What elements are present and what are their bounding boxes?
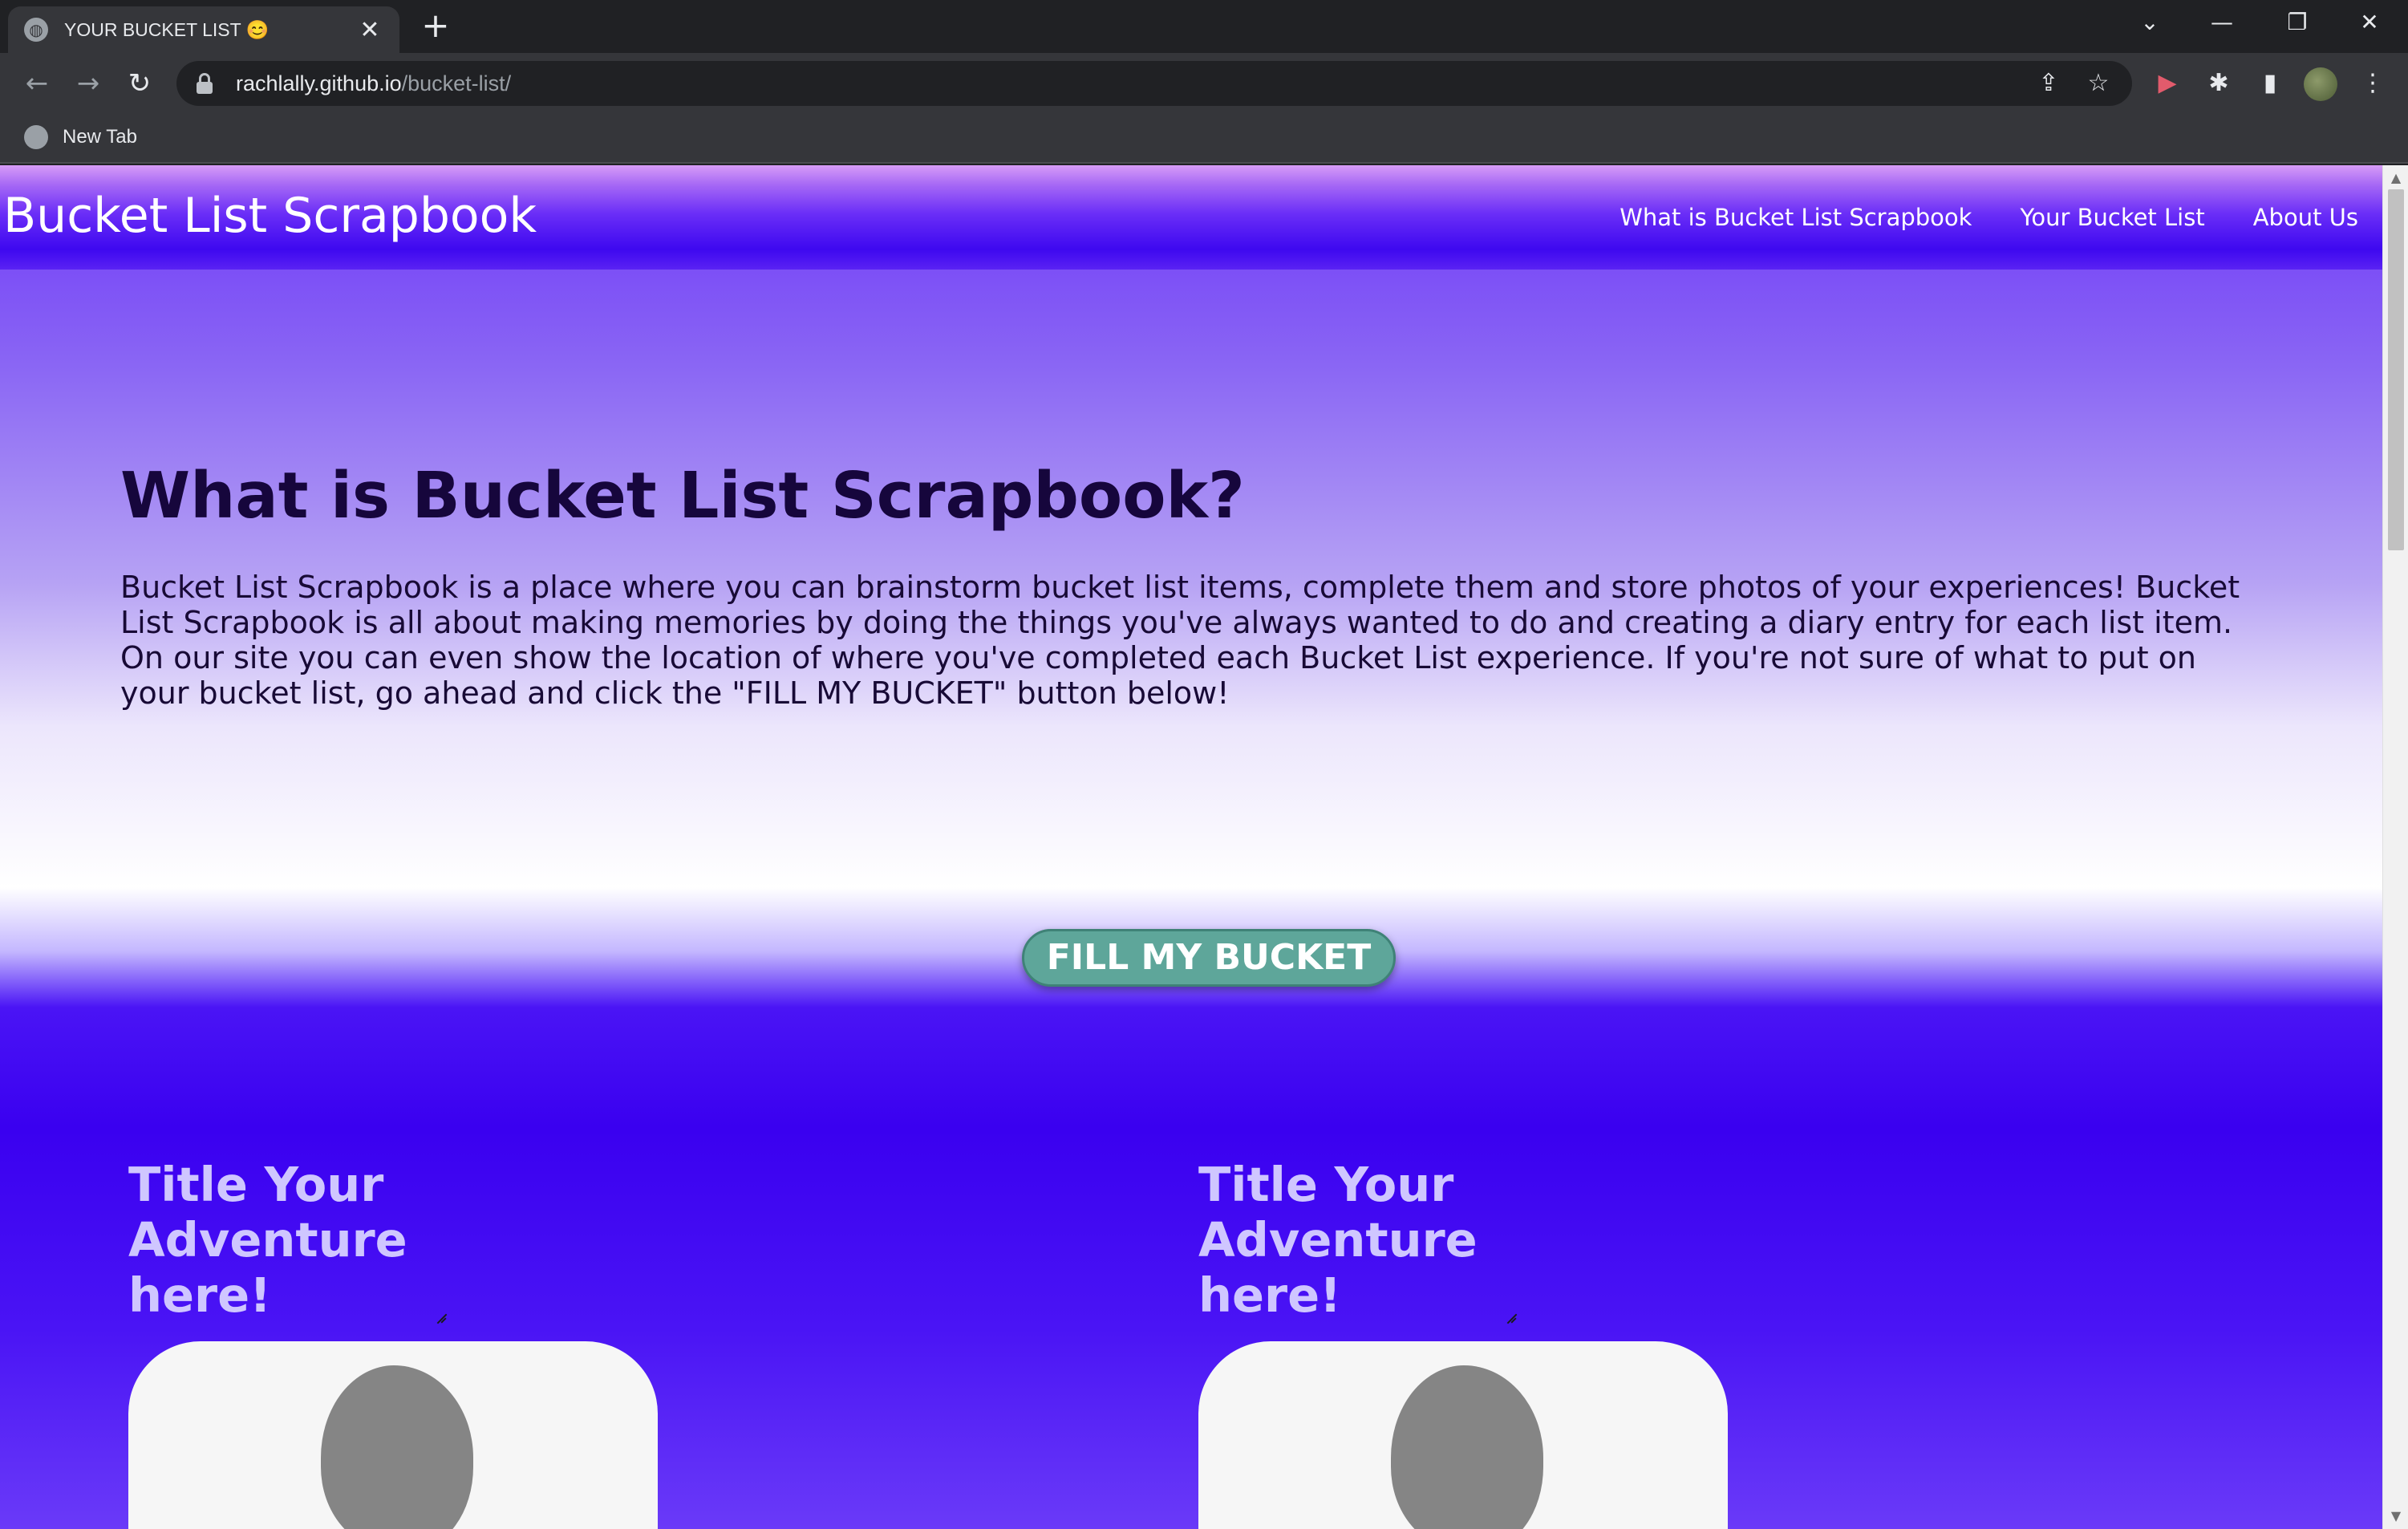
new-tab-button[interactable]: + xyxy=(419,9,452,43)
browser-tab[interactable]: ◍ YOUR BUCKET LIST 😊 ✕ xyxy=(8,6,399,53)
page-title: What is Bucket List Scrapbook? xyxy=(120,459,1245,533)
card-title-field[interactable]: Title Your Adventure here! xyxy=(1198,1157,1519,1323)
bookmark-star-icon[interactable]: ☆ xyxy=(2082,69,2114,98)
photo-placeholder[interactable] xyxy=(128,1341,658,1529)
side-panel-icon[interactable]: ▮ xyxy=(2252,66,2288,101)
close-window-icon[interactable]: ✕ xyxy=(2345,5,2394,40)
scroll-down-icon[interactable]: ▼ xyxy=(2383,1508,2408,1526)
bucket-card: Title Your Adventure here! xyxy=(1198,1157,1728,1529)
nav-link-your-bucket-list[interactable]: Your Bucket List xyxy=(2020,204,2204,231)
scroll-up-icon[interactable]: ▲ xyxy=(2383,170,2408,188)
close-icon[interactable]: ✕ xyxy=(356,16,383,44)
avatar[interactable] xyxy=(2304,67,2337,101)
scroll-thumb[interactable] xyxy=(2388,189,2404,550)
nav-link-about-us[interactable]: About Us xyxy=(2253,204,2358,231)
restore-icon[interactable]: ❐ xyxy=(2273,5,2321,40)
browser-toolbar: ← → ↻ rachlally.github.io/bucket-list/ ⇪… xyxy=(0,53,2408,114)
globe-icon: ◍ xyxy=(24,18,48,42)
address-bar[interactable]: rachlally.github.io/bucket-list/ ⇪ ☆ xyxy=(176,61,2132,106)
site-logo[interactable]: Bucket List Scrapbook xyxy=(3,188,537,244)
intro-section: What is Bucket List Scrapbook? Bucket Li… xyxy=(120,459,2254,711)
share-icon[interactable]: ⇪ xyxy=(2033,69,2065,98)
resize-handle-icon[interactable] xyxy=(1503,1309,1518,1324)
tab-title: YOUR BUCKET LIST 😊 xyxy=(64,18,270,40)
page-scrollbar[interactable]: ▲ ▼ xyxy=(2382,165,2408,1529)
bookmarks-bar: New Tab xyxy=(0,114,2408,164)
intro-paragraph: Bucket List Scrapbook is a place where y… xyxy=(120,570,2240,711)
puzzle-icon[interactable]: ✱ xyxy=(2201,66,2236,101)
person-silhouette-icon xyxy=(1391,1365,1543,1529)
extension-icon[interactable]: ▶ xyxy=(2150,66,2185,101)
menu-icon[interactable]: ⋮ xyxy=(2355,66,2390,101)
person-silhouette-icon xyxy=(321,1365,473,1529)
minimize-icon[interactable]: — xyxy=(2198,5,2246,40)
browser-tabstrip: ◍ YOUR BUCKET LIST 😊 ✕ + ⌄ — ❐ ✕ xyxy=(0,0,2408,53)
lock-icon[interactable] xyxy=(196,73,213,94)
reload-icon[interactable]: ↻ xyxy=(122,66,157,101)
bookmark-label: New Tab xyxy=(63,126,137,148)
site-nav: What is Bucket List Scrapbook Your Bucke… xyxy=(1620,204,2358,231)
forward-icon[interactable]: → xyxy=(71,66,106,101)
bucket-card: Title Your Adventure here! xyxy=(128,1157,658,1529)
nav-link-what-is[interactable]: What is Bucket List Scrapbook xyxy=(1620,204,1972,231)
photo-placeholder[interactable] xyxy=(1198,1341,1728,1529)
url-host: rachlally.github.io xyxy=(236,71,402,95)
bookmark-new-tab[interactable]: New Tab xyxy=(24,125,137,149)
page-viewport: Bucket List Scrapbook What is Bucket Lis… xyxy=(0,165,2382,1529)
tab-search-icon[interactable]: ⌄ xyxy=(2126,5,2174,40)
back-icon[interactable]: ← xyxy=(19,66,55,101)
globe-icon xyxy=(24,125,48,149)
resize-handle-icon[interactable] xyxy=(433,1309,448,1324)
fill-my-bucket-button[interactable]: FILL MY BUCKET xyxy=(1022,929,1396,987)
site-header: Bucket List Scrapbook What is Bucket Lis… xyxy=(0,165,2382,270)
card-title-field[interactable]: Title Your Adventure here! xyxy=(128,1157,449,1323)
url-path: /bucket-list/ xyxy=(401,71,512,95)
